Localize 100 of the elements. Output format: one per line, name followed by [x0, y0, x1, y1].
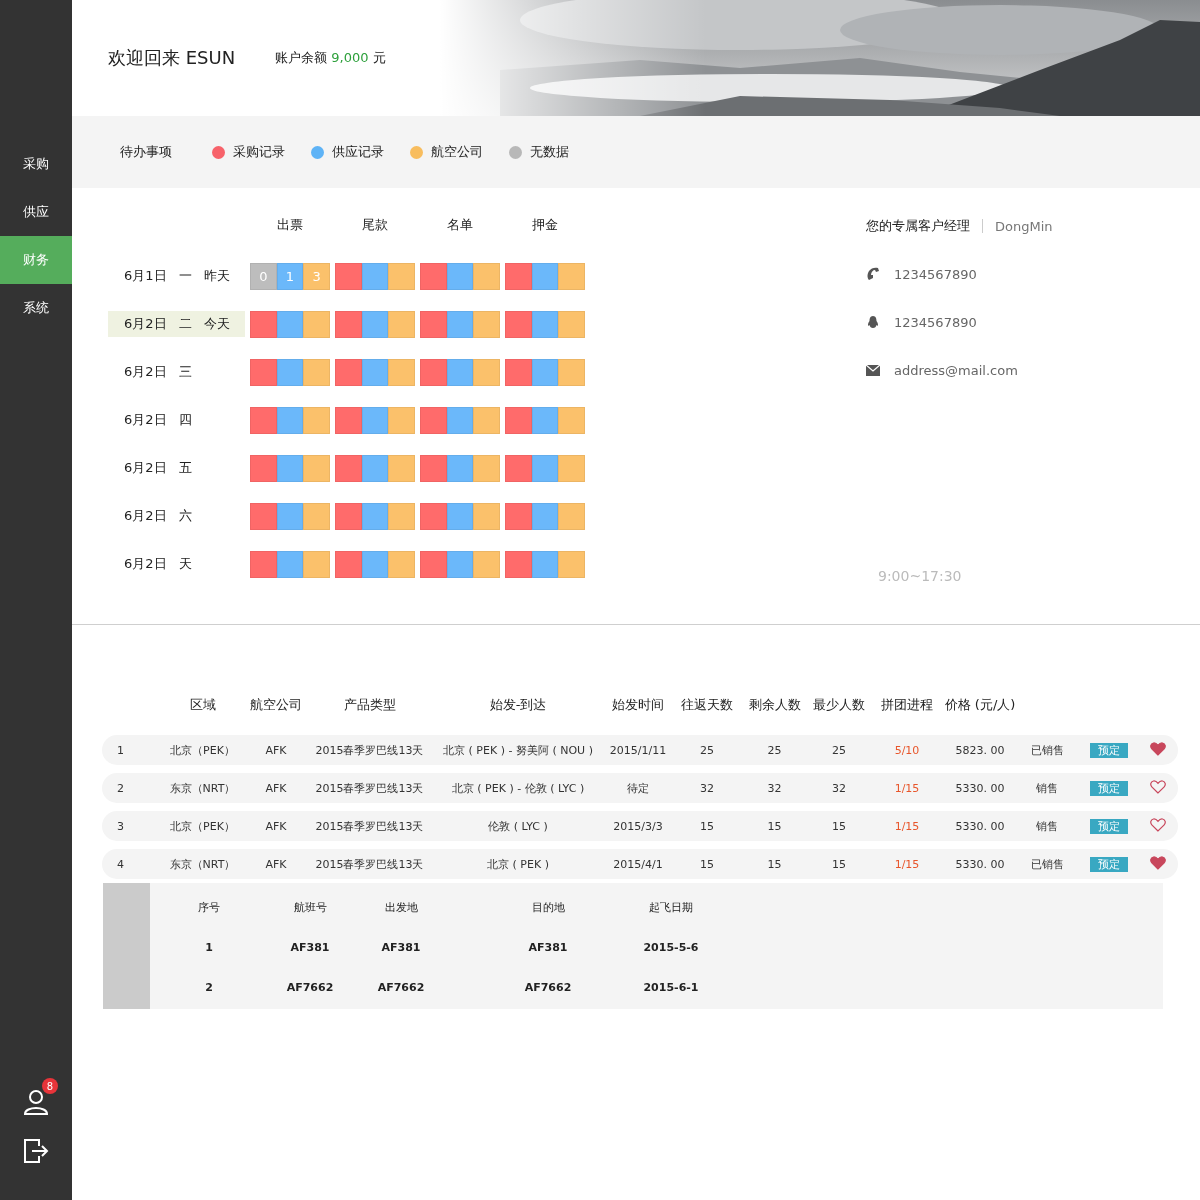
- status-cell[interactable]: [558, 358, 585, 386]
- contact-text: 1234567890: [894, 266, 977, 282]
- status-cell[interactable]: [419, 262, 447, 290]
- status-cell[interactable]: [334, 550, 362, 578]
- status-cell[interactable]: [303, 406, 330, 434]
- status-cell[interactable]: [303, 358, 330, 386]
- status-cell[interactable]: [558, 310, 585, 338]
- status-cell[interactable]: [388, 502, 415, 530]
- status-cell[interactable]: [446, 262, 474, 290]
- status-cell[interactable]: [303, 550, 330, 578]
- status-cell[interactable]: [388, 262, 415, 290]
- status-cell[interactable]: [531, 406, 559, 434]
- status-cell[interactable]: [473, 502, 500, 530]
- sidebar-item[interactable]: 财务: [0, 236, 72, 284]
- status-cell[interactable]: [504, 406, 532, 434]
- status-cell[interactable]: [419, 358, 447, 386]
- status-cell[interactable]: [276, 454, 304, 482]
- table-cell-text: 3: [116, 819, 125, 833]
- status-cell[interactable]: [504, 454, 532, 482]
- status-cell[interactable]: [334, 454, 362, 482]
- legend-label: 航空公司: [431, 143, 483, 161]
- book-button[interactable]: 预定: [1089, 742, 1128, 758]
- status-cell[interactable]: [419, 550, 447, 578]
- status-cell[interactable]: [531, 310, 559, 338]
- status-cell[interactable]: [531, 550, 559, 578]
- status-cell[interactable]: 1: [276, 262, 304, 290]
- status-cell[interactable]: [334, 502, 362, 530]
- sidebar-item[interactable]: 系统: [0, 284, 72, 332]
- status-cell[interactable]: [276, 406, 304, 434]
- book-button[interactable]: 预定: [1089, 780, 1128, 796]
- sidebar-item[interactable]: 采购: [0, 140, 72, 188]
- status-cell[interactable]: [473, 454, 500, 482]
- status-cell[interactable]: 0: [250, 262, 277, 290]
- status-cell[interactable]: [250, 454, 277, 482]
- status-cell[interactable]: [334, 310, 362, 338]
- status-cell[interactable]: [504, 262, 532, 290]
- status-cell[interactable]: [504, 550, 532, 578]
- status-cell[interactable]: [531, 262, 559, 290]
- status-cell[interactable]: [361, 262, 389, 290]
- status-cell[interactable]: [504, 502, 532, 530]
- status-cell[interactable]: [361, 358, 389, 386]
- status-cell[interactable]: [446, 358, 474, 386]
- status-cell[interactable]: [388, 406, 415, 434]
- status-cell[interactable]: [504, 310, 532, 338]
- status-cell[interactable]: [361, 454, 389, 482]
- status-cell[interactable]: 3: [303, 262, 330, 290]
- status-cell[interactable]: [446, 454, 474, 482]
- status-cell[interactable]: [558, 454, 585, 482]
- status-cell[interactable]: [250, 406, 277, 434]
- book-button[interactable]: 预定: [1089, 856, 1128, 872]
- status-cell[interactable]: [388, 550, 415, 578]
- status-cell[interactable]: [504, 358, 532, 386]
- status-cell[interactable]: [419, 454, 447, 482]
- status-cell[interactable]: [446, 550, 474, 578]
- penguin-icon: [866, 315, 880, 329]
- logout-icon[interactable]: [23, 1138, 49, 1164]
- status-cell[interactable]: [558, 502, 585, 530]
- status-cell[interactable]: [531, 502, 559, 530]
- status-cell[interactable]: [361, 406, 389, 434]
- status-cell[interactable]: [303, 310, 330, 338]
- status-cell[interactable]: [276, 502, 304, 530]
- status-cell[interactable]: [446, 502, 474, 530]
- book-button[interactable]: 预定: [1089, 818, 1128, 834]
- status-cell[interactable]: [388, 454, 415, 482]
- status-cell[interactable]: [250, 358, 277, 386]
- status-cell[interactable]: [558, 262, 585, 290]
- status-cell[interactable]: [473, 406, 500, 434]
- status-cell[interactable]: [303, 454, 330, 482]
- status-cell[interactable]: [334, 406, 362, 434]
- status-cell[interactable]: [473, 358, 500, 386]
- status-cell[interactable]: [531, 358, 559, 386]
- status-cell[interactable]: [250, 550, 277, 578]
- user-icon[interactable]: [22, 1088, 50, 1116]
- status-cell[interactable]: [361, 550, 389, 578]
- status-cell[interactable]: [446, 310, 474, 338]
- status-cell[interactable]: [388, 358, 415, 386]
- table-cell-text: 2015/4/1: [612, 857, 664, 871]
- status-cell[interactable]: [446, 406, 474, 434]
- status-cell[interactable]: [334, 262, 362, 290]
- status-cell[interactable]: [388, 310, 415, 338]
- status-cell[interactable]: [250, 310, 277, 338]
- status-cell[interactable]: [303, 502, 330, 530]
- status-cell[interactable]: [334, 358, 362, 386]
- status-cell[interactable]: [250, 502, 277, 530]
- status-cell[interactable]: [419, 502, 447, 530]
- status-cell[interactable]: [276, 550, 304, 578]
- status-cell[interactable]: [276, 310, 304, 338]
- status-cell[interactable]: [361, 502, 389, 530]
- sidebar-item[interactable]: 供应: [0, 188, 72, 236]
- status-cell[interactable]: [558, 550, 585, 578]
- date-text: 6月2日: [124, 459, 167, 477]
- status-cell[interactable]: [361, 310, 389, 338]
- status-cell[interactable]: [558, 406, 585, 434]
- status-cell[interactable]: [419, 406, 447, 434]
- status-cell[interactable]: [473, 262, 500, 290]
- status-cell[interactable]: [276, 358, 304, 386]
- status-cell[interactable]: [531, 454, 559, 482]
- status-cell[interactable]: [419, 310, 447, 338]
- status-cell[interactable]: [473, 310, 500, 338]
- status-cell[interactable]: [473, 550, 500, 578]
